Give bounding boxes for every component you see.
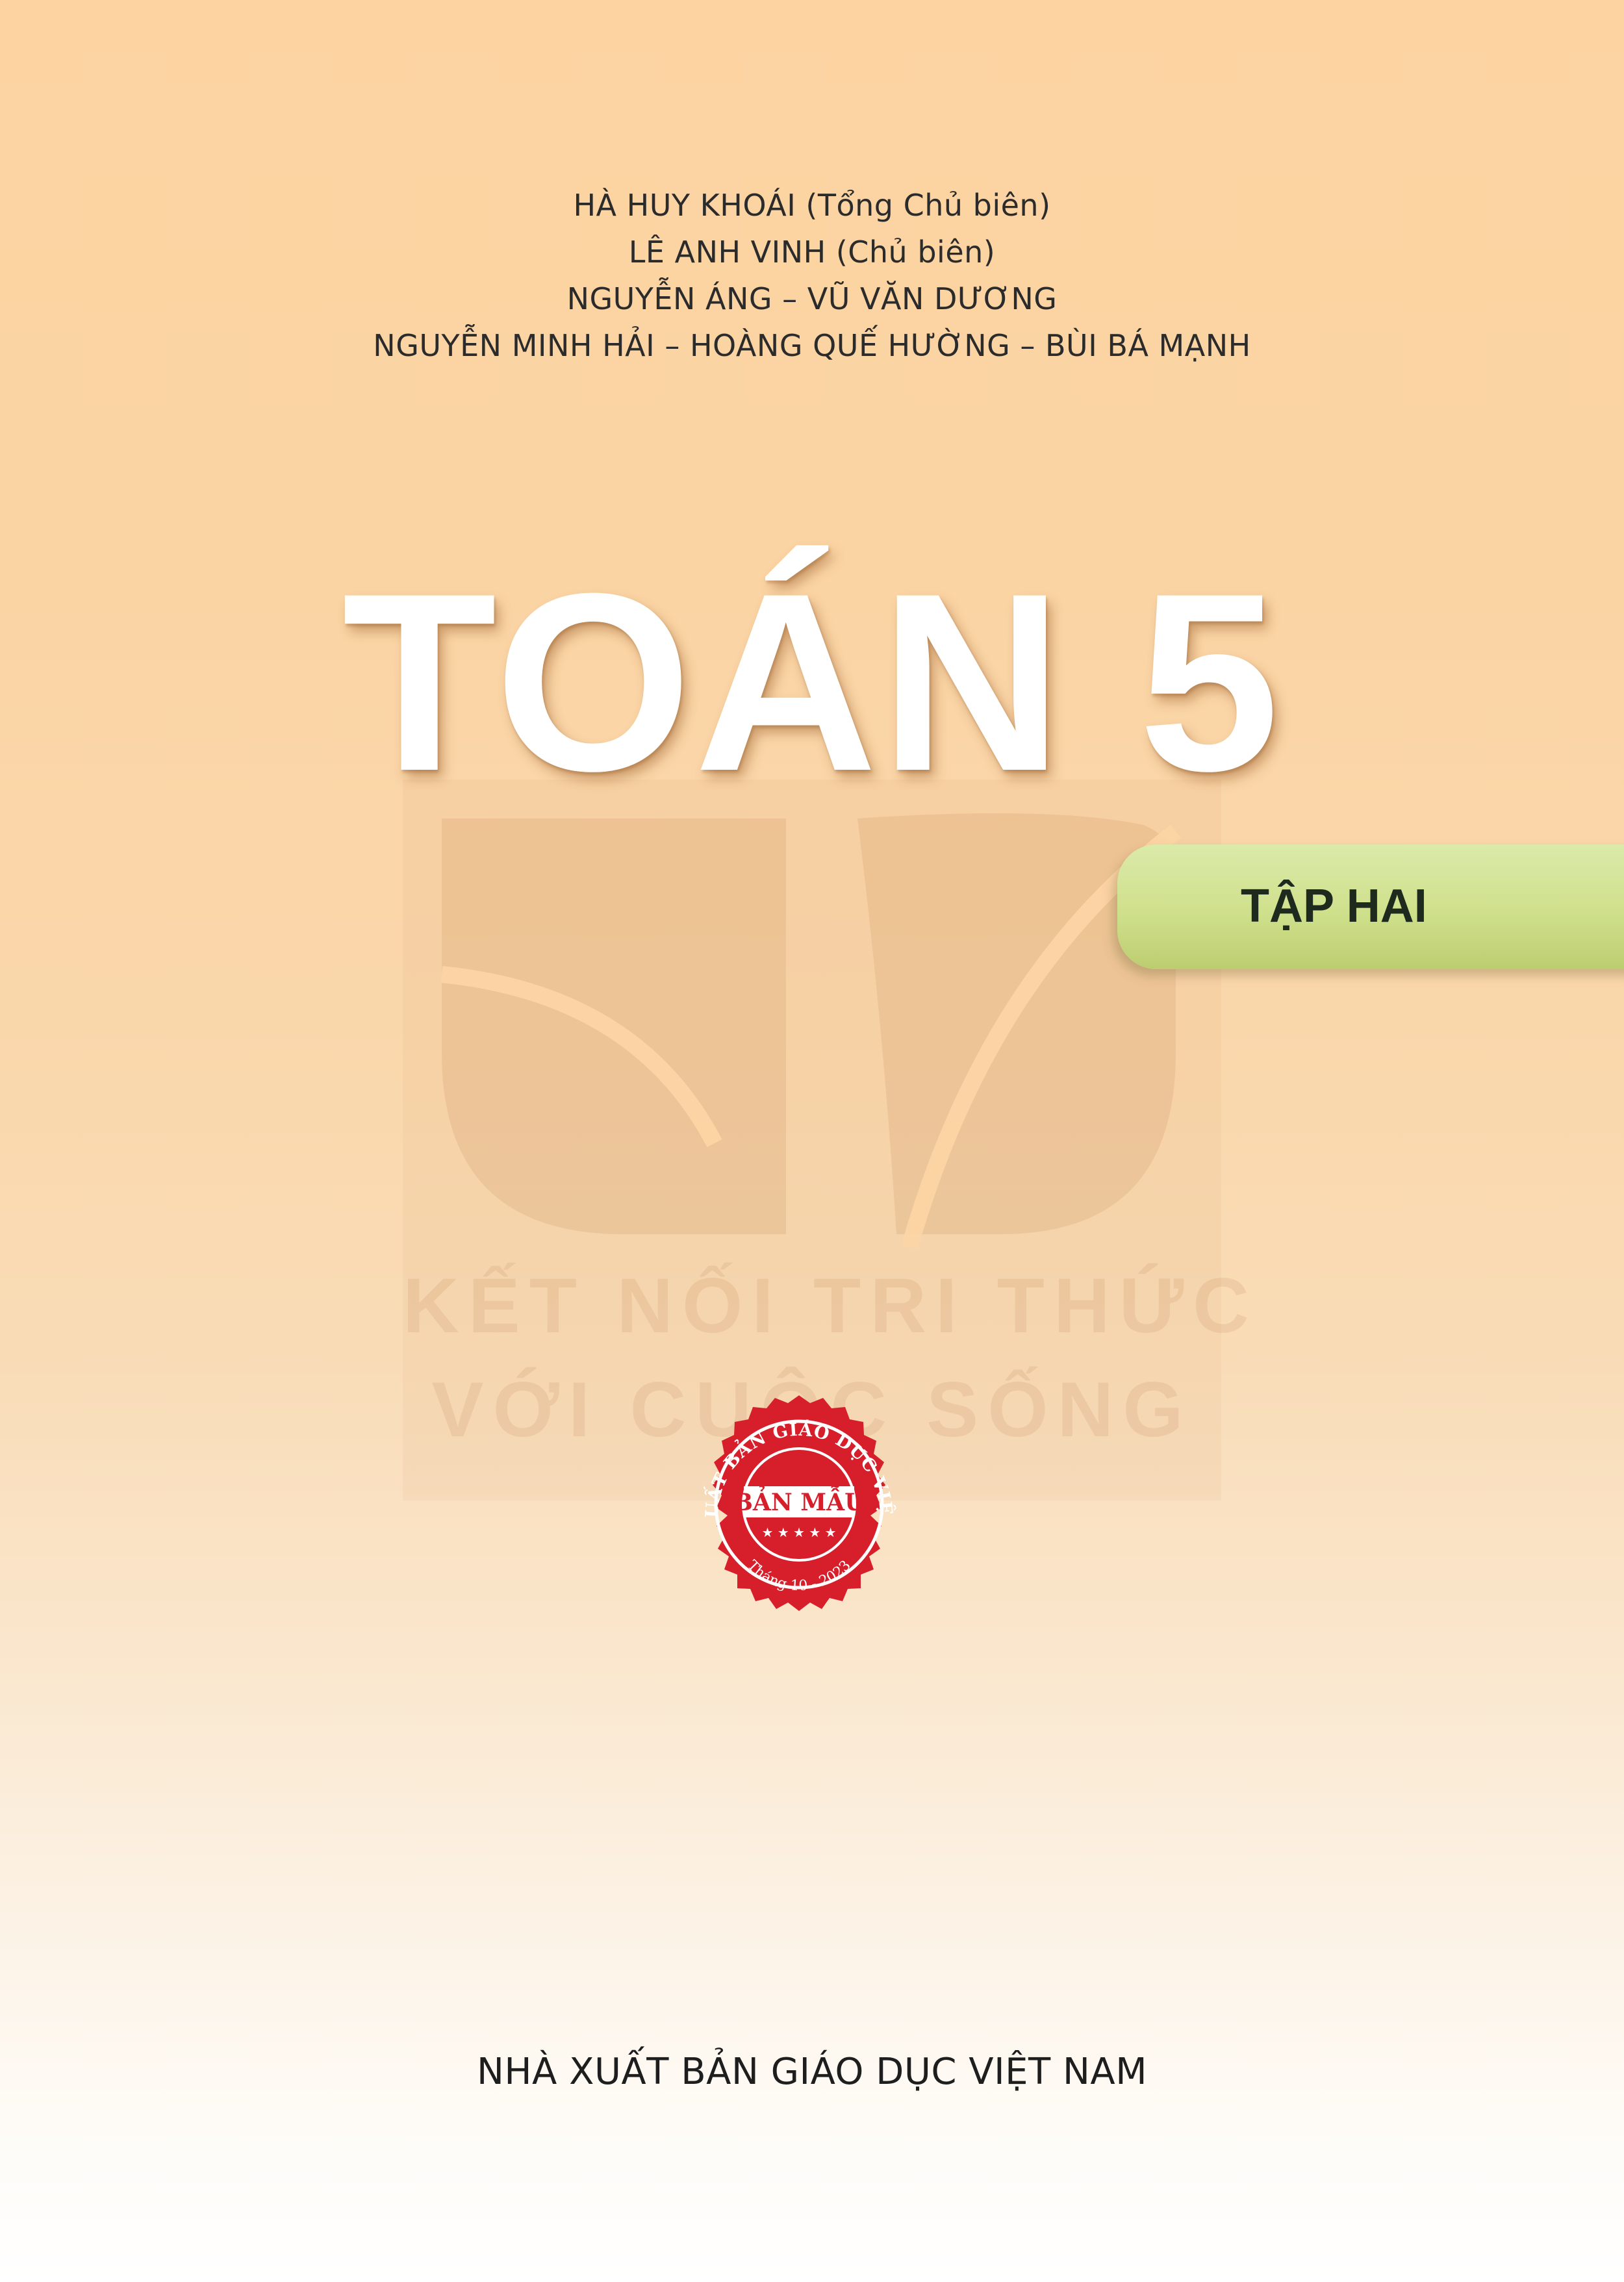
watermark-line-1: KẾT NỐI TRI THỨC [403,1262,1258,1349]
author-list: HÀ HUY KHOÁI (Tổng Chủ biên) LÊ ANH VINH… [0,182,1624,369]
volume-label: TẬP HAI [1241,880,1427,932]
author-line: NGUYỄN MINH HẢI – HOÀNG QUẾ HƯỜNG – BÙI … [373,328,1251,363]
volume-tab: TẬP HAI [1117,844,1624,969]
author-line: LÊ ANH VINH (Chủ biên) [628,235,996,270]
leaf-logo-watermark [440,813,1181,1250]
book-title: TOÁN 5 [342,540,1282,824]
publisher-name: NHÀ XUẤT BẢN GIÁO DỤC VIỆT NAM [476,2051,1148,2093]
seal-stars-icon: ★ ★ ★ ★ ★ [761,1525,836,1540]
sample-stamp-seal: NHÀ XUẤT BẢN GIÁO DỤC VIỆT NAM BẢN MẪU ★… [672,1390,896,1611]
book-cover: KẾT NỐI TRI THỨC VỚI CUỘC SỐNG HÀ HUY KH… [0,0,1624,2282]
seal-center-text: BẢN MẪU [733,1486,865,1516]
author-line: NGUYỄN ÁNG – VŨ VĂN DƯƠNG [566,281,1058,316]
author-line: HÀ HUY KHOÁI (Tổng Chủ biên) [573,188,1051,223]
